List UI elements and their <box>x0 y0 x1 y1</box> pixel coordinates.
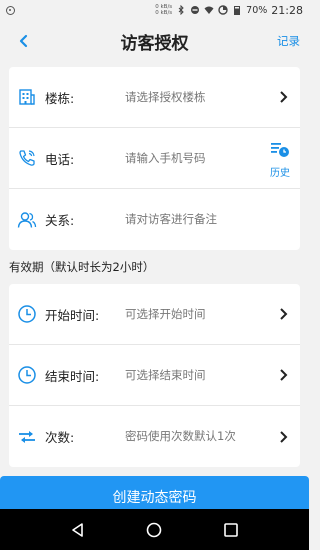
count-label: 次数: <box>45 430 75 445</box>
nav-back-icon[interactable] <box>70 522 86 538</box>
clock-icon <box>18 305 36 323</box>
clock-icon <box>18 366 36 384</box>
chevron-right-icon <box>280 369 288 381</box>
battery-percent: 70% <box>246 4 268 16</box>
chevron-right-icon <box>280 308 288 320</box>
system-nav-bar <box>0 509 309 550</box>
phone-input[interactable]: 请输入手机号码 <box>125 150 255 167</box>
validity-card: 开始时间: 可选择开始时间 结束时间: 可选择结束时间 次数: 密码使用次数默认… <box>9 284 300 467</box>
records-link[interactable]: 记录 <box>277 33 300 49</box>
dnd-icon <box>191 6 200 14</box>
phone-label: 电话: <box>45 151 75 167</box>
phone-icon <box>19 150 35 166</box>
back-arrow-icon[interactable] <box>14 30 34 52</box>
history-label: 历史 <box>270 168 290 179</box>
end-time-label: 结束时间: <box>45 368 100 384</box>
count-row[interactable]: 次数: 密码使用次数默认1次 <box>9 406 300 467</box>
history-button[interactable]: 历史 <box>268 141 292 179</box>
chevron-right-icon <box>280 430 288 443</box>
count-select[interactable]: 密码使用次数默认1次 <box>125 428 237 445</box>
end-time-select[interactable]: 可选择结束时间 <box>125 367 255 384</box>
people-icon <box>17 211 37 228</box>
bluetooth-icon <box>178 5 184 15</box>
phone-row[interactable]: 电话: 请输入手机号码 历史 <box>9 128 300 189</box>
data-saver-icon <box>218 5 228 15</box>
transfer-icon <box>19 430 35 443</box>
nav-recents-icon[interactable] <box>223 522 239 538</box>
create-password-label: 创建动态密码 <box>112 490 197 506</box>
nav-home-icon[interactable] <box>146 522 162 538</box>
building-select[interactable]: 请选择授权楼栋 <box>125 89 255 106</box>
start-time-row[interactable]: 开始时间: 可选择开始时间 <box>9 284 300 345</box>
history-icon <box>271 143 289 157</box>
notification-dot-icon <box>6 5 15 15</box>
net-down: 0 kB/s <box>155 10 173 16</box>
start-time-select[interactable]: 可选择开始时间 <box>125 306 255 323</box>
visitor-info-card: 楼栋: 请选择授权楼栋 电话: 请输入手机号码 历史 关系: 请对访客进行备注 <box>9 67 300 250</box>
relation-input[interactable]: 请对访客进行备注 <box>125 211 255 228</box>
relation-row[interactable]: 关系: 请对访客进行备注 <box>9 189 300 250</box>
wifi-icon <box>204 6 214 14</box>
navigation-bar: 访客授权 记录 <box>0 20 309 62</box>
clock-time: 21:28 <box>271 3 303 17</box>
building-row[interactable]: 楼栋: 请选择授权楼栋 <box>9 67 300 128</box>
relation-label: 关系: <box>45 213 75 228</box>
building-label: 楼栋: <box>45 90 75 106</box>
building-icon <box>19 89 35 105</box>
start-time-label: 开始时间: <box>45 307 100 323</box>
battery-icon <box>234 6 241 15</box>
network-speed: 0 kB/s 0 kB/s <box>155 4 172 16</box>
chevron-right-icon <box>280 91 288 103</box>
page-title: 访客授权 <box>120 33 189 54</box>
status-bar: 0 kB/s 0 kB/s 70% 21:28 <box>0 0 309 20</box>
validity-section-title: 有效期（默认时长为2小时） <box>9 260 155 274</box>
end-time-row[interactable]: 结束时间: 可选择结束时间 <box>9 345 300 406</box>
